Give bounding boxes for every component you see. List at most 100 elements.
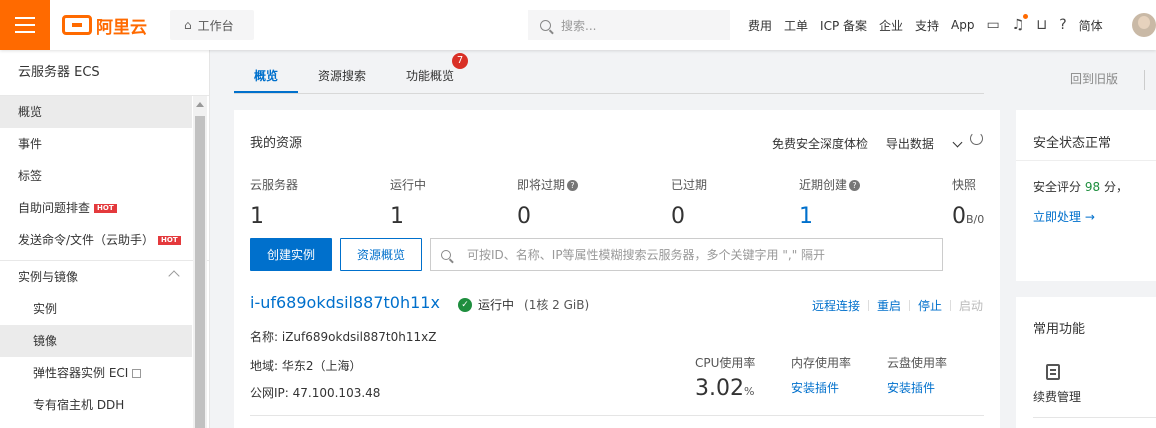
check-circle-icon: ✓ — [458, 297, 472, 312]
create-instance-button[interactable]: 创建实例 — [250, 238, 332, 271]
security-status-card: 安全状态正常 安全评分 98 分， 立即处理 → — [1016, 110, 1156, 281]
bell-icon[interactable]: ♫ — [1012, 14, 1029, 33]
workbench-label: 工作台 — [197, 18, 234, 33]
stat-value: 0 — [952, 204, 966, 229]
sidebar-item-images[interactable]: 镜像 — [0, 325, 192, 357]
stat-recent[interactable]: 近期创建? 1 — [799, 176, 861, 231]
stat-value-wrap: 0B/0 — [952, 203, 984, 234]
renewal-icon[interactable] — [1046, 364, 1060, 380]
security-check-link[interactable]: 免费安全深度体检 — [772, 137, 868, 151]
export-dropdown[interactable]: 导出数据 — [886, 137, 975, 151]
sidebar: 云服务器 ECS 概览 事件 标签 自助问题排查 HOT 发送命令/文件（云助手）… — [0, 50, 210, 428]
instance-ops: 远程连接 重启 停止 启动 — [812, 297, 983, 314]
tab-underline — [234, 91, 298, 93]
sidebar-section-header[interactable]: 实例与镜像 — [0, 261, 192, 293]
restart-link[interactable]: 重启 — [877, 299, 901, 313]
remote-connect-link[interactable]: 远程连接 — [812, 299, 860, 313]
sidebar-scrollbar[interactable] — [193, 96, 207, 428]
back-to-old-version-link[interactable]: 回到旧版 — [1070, 70, 1118, 87]
brand-logo[interactable]: 阿里云 — [62, 13, 147, 38]
sidebar-item-eci[interactable]: 弹性容器实例 ECI — [0, 357, 192, 389]
sidebar-item-instances[interactable]: 实例 — [0, 293, 192, 325]
stat-label: 即将过期? — [517, 176, 579, 193]
brand-name: 阿里云 — [96, 17, 147, 38]
handle-now-link[interactable]: 立即处理 → — [1033, 208, 1095, 225]
disk-install-plugin-link[interactable]: 安装插件 — [887, 379, 947, 396]
tab-feature-overview[interactable]: 功能概览 — [406, 67, 454, 84]
stat-label-text: 近期创建 — [799, 178, 848, 192]
instance-spec: (1核 2 GiB) — [524, 298, 590, 312]
stat-label: 运行中 — [390, 178, 427, 192]
chevron-up-icon — [168, 270, 180, 282]
instance-name: 名称: iZuf689okdsil887t0h11xZ — [250, 330, 437, 344]
export-label: 导出数据 — [885, 137, 934, 151]
functions-title: 常用功能 — [1033, 322, 1086, 337]
hot-badge: HOT — [94, 204, 117, 213]
sidebar-item-troubleshoot[interactable]: 自助问题排查 HOT — [0, 192, 192, 224]
help-icon[interactable]: ? — [567, 180, 579, 191]
start-link: 启动 — [959, 299, 984, 313]
sidebar-section-instances: 实例与镜像 实例 镜像 弹性容器实例 ECI 专有宿主机 DDH — [0, 260, 209, 421]
top-bar: 阿里云 ⌂ 工作台 搜索... 费用 工单 ICP 备案 企业 支持 App ▭… — [0, 0, 1156, 50]
menu-icon[interactable] — [0, 0, 50, 50]
refresh-icon[interactable] — [970, 132, 983, 145]
language-switch[interactable]: 简体 — [1079, 17, 1103, 34]
stat-value: 0 — [671, 204, 685, 229]
memory-install-plugin-link[interactable]: 安装插件 — [791, 379, 851, 396]
stop-link[interactable]: 停止 — [918, 299, 942, 313]
search-input[interactable]: 搜索... — [528, 10, 730, 40]
nav-support[interactable]: 支持 — [915, 17, 939, 34]
stat-servers[interactable]: 云服务器 1 — [250, 176, 298, 231]
resource-overview-button[interactable]: 资源概览 — [340, 238, 422, 271]
nav-billing[interactable]: 费用 — [748, 17, 772, 34]
avatar[interactable] — [1132, 13, 1156, 37]
stat-running[interactable]: 运行中 1 — [390, 176, 426, 231]
instance-id-link[interactable]: i-uf689okdsil887t0h11x — [250, 293, 440, 312]
cpu-value-wrap: 3.02% — [695, 375, 755, 406]
tab-resource-search[interactable]: 资源搜索 — [318, 67, 366, 84]
search-icon — [540, 19, 551, 31]
nav-enterprise[interactable]: 企业 — [879, 17, 903, 34]
scrollbar-thumb[interactable] — [195, 116, 205, 428]
sidebar-item-events[interactable]: 事件 — [0, 128, 192, 160]
search-placeholder: 搜索... — [561, 18, 597, 33]
stat-label: 快照 — [952, 178, 977, 192]
divider — [1016, 160, 1156, 161]
score-value: 98 — [1084, 180, 1101, 194]
sidebar-item-ddh[interactable]: 专有宿主机 DDH — [0, 389, 192, 421]
scroll-up-icon[interactable] — [196, 102, 204, 107]
cpu-label: CPU使用率 — [695, 356, 756, 370]
aliyun-logo-icon — [62, 15, 92, 35]
cpu-value: 3.02 — [695, 376, 744, 401]
sidebar-item-tags[interactable]: 标签 — [0, 160, 192, 192]
nav-app[interactable]: App — [951, 18, 974, 32]
card-actions: 免费安全深度体检 导出数据 — [772, 135, 989, 152]
sidebar-title: 云服务器 ECS — [0, 50, 209, 96]
nav-icp[interactable]: ICP 备案 — [820, 17, 867, 34]
terminal-icon[interactable]: ▭ — [987, 17, 1000, 33]
stat-label: 云服务器 — [250, 178, 299, 192]
instance-search-input[interactable]: 可按ID、名称、IP等属性模糊搜索云服务器，多个关键字用 "," 隔开 — [430, 238, 943, 271]
stat-snapshots[interactable]: 快照 0B/0 — [952, 176, 984, 234]
workbench-button[interactable]: ⌂ 工作台 — [170, 10, 254, 40]
memory-metric: 内存使用率 安装插件 — [791, 354, 851, 396]
sidebar-item-cloud-assistant[interactable]: 发送命令/文件（云助手） HOT — [0, 224, 192, 256]
stat-expiring[interactable]: 即将过期? 0 — [517, 176, 579, 231]
help-icon[interactable]: ? — [1059, 17, 1066, 33]
renewal-management-link[interactable]: 续费管理 — [1033, 388, 1081, 405]
security-score: 安全评分 98 分， — [1033, 178, 1128, 195]
nav-tickets[interactable]: 工单 — [784, 17, 808, 34]
tab-overview[interactable]: 概览 — [254, 67, 278, 84]
instance-region: 地域: 华东2（上海） — [250, 359, 362, 373]
notification-dot — [1023, 14, 1029, 19]
sidebar-item-overview[interactable]: 概览 — [0, 96, 192, 128]
stat-label: 已过期 — [671, 178, 708, 192]
cart-icon[interactable]: ⊔ — [1036, 17, 1047, 33]
help-icon[interactable]: ? — [849, 180, 861, 191]
score-prefix: 安全评分 — [1033, 180, 1082, 194]
section-label: 实例与镜像 — [18, 270, 79, 284]
disk-metric: 云盘使用率 安装插件 — [887, 354, 947, 396]
instance-public-ip: 公网IP: 47.100.103.48 — [250, 386, 381, 400]
stat-expired[interactable]: 已过期 0 — [671, 176, 707, 231]
stat-unit: B/0 — [966, 213, 985, 226]
